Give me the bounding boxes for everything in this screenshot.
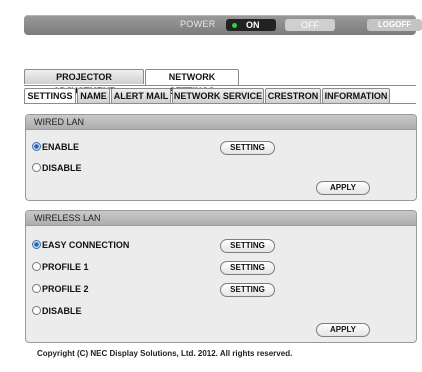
wired-disable-label: DISABLE — [42, 163, 82, 173]
radio-empty-icon[interactable] — [32, 284, 41, 293]
wireless-profile1-setting-button[interactable]: SETTING — [220, 261, 275, 275]
wireless-apply-button[interactable]: APPLY — [316, 323, 370, 337]
wireless-profile1-option[interactable]: PROFILE 1 — [32, 262, 89, 272]
sub-tabs-divider — [24, 103, 416, 104]
wireless-profile2-option[interactable]: PROFILE 2 — [32, 284, 89, 294]
power-off-button[interactable]: OFF — [285, 19, 335, 31]
radio-empty-icon[interactable] — [32, 262, 41, 271]
wireless-profile2-label: PROFILE 2 — [42, 284, 89, 294]
wired-lan-panel: WIRED LAN ENABLE DISABLE SETTING APPLY — [25, 114, 417, 201]
power-led-icon — [232, 23, 237, 28]
wireless-disable-label: DISABLE — [42, 306, 82, 316]
tab-crestron[interactable]: CRESTRON — [265, 88, 321, 103]
wireless-lan-panel: WIRELESS LAN EASY CONNECTION PROFILE 1 P… — [25, 210, 417, 343]
power-on-label: ON — [246, 20, 260, 30]
tab-alert-mail[interactable]: ALERT MAIL — [111, 88, 171, 103]
power-label: POWER — [180, 19, 216, 29]
tab-information[interactable]: INFORMATION — [322, 88, 390, 103]
radio-empty-icon[interactable] — [32, 306, 41, 315]
tab-projector-adjustment[interactable]: PROJECTOR ADJUSTMENT — [24, 69, 144, 96]
wireless-easy-option[interactable]: EASY CONNECTION — [32, 240, 129, 250]
tab-network-settings[interactable]: NETWORK SETTINGS — [145, 69, 239, 96]
wired-enable-label: ENABLE — [42, 142, 80, 152]
wired-apply-button[interactable]: APPLY — [316, 181, 370, 195]
wired-setting-button[interactable]: SETTING — [220, 141, 275, 155]
tab-network-service[interactable]: NETWORK SERVICE — [172, 88, 264, 103]
wireless-easy-setting-button[interactable]: SETTING — [220, 239, 275, 253]
wireless-lan-title: WIRELESS LAN — [26, 211, 416, 226]
power-on-button[interactable]: ON — [226, 19, 276, 31]
wireless-easy-label: EASY CONNECTION — [42, 240, 130, 250]
tab-settings[interactable]: SETTINGS — [24, 88, 76, 104]
copyright-text: Copyright (C) NEC Display Solutions, Ltd… — [37, 349, 293, 358]
wired-enable-option[interactable]: ENABLE — [32, 142, 79, 152]
radio-selected-icon[interactable] — [32, 240, 41, 249]
wireless-disable-option[interactable]: DISABLE — [32, 306, 82, 316]
wired-disable-option[interactable]: DISABLE — [32, 163, 82, 173]
radio-selected-icon[interactable] — [32, 142, 41, 151]
logoff-button[interactable]: LOGOFF — [367, 19, 422, 31]
wireless-profile1-label: PROFILE 1 — [42, 262, 89, 272]
wireless-profile2-setting-button[interactable]: SETTING — [220, 283, 275, 297]
power-bar: POWER ON OFF LOGOFF — [24, 15, 422, 35]
radio-empty-icon[interactable] — [32, 163, 41, 172]
wired-lan-title: WIRED LAN — [26, 115, 416, 130]
main-tabs-divider — [24, 85, 416, 86]
tab-name[interactable]: NAME — [77, 88, 110, 103]
